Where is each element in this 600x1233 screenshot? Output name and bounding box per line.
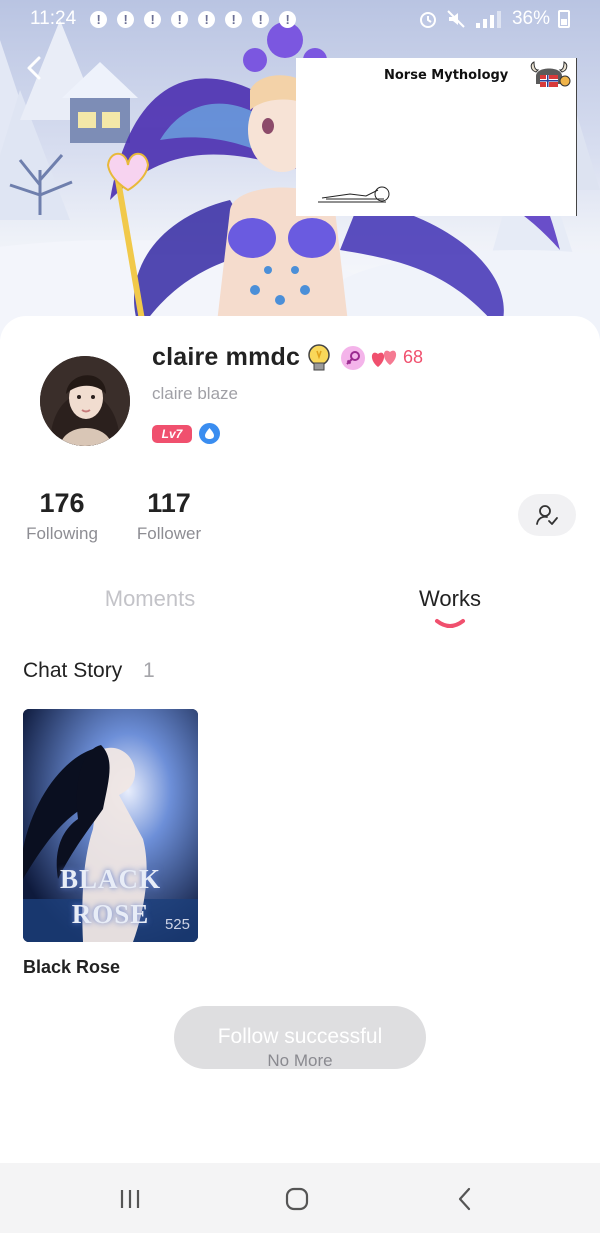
status-bar: 11:24 ! ! ! ! ! ! ! ! 36% <box>0 0 600 38</box>
follow-toast: Follow successful No More <box>174 1006 426 1070</box>
profile-banner: 11:24 ! ! ! ! ! ! ! ! 36% Norse Mytholog… <box>0 0 600 340</box>
tab-moments[interactable]: Moments <box>80 586 220 612</box>
drop-icon <box>205 428 214 439</box>
follower-stat[interactable]: 117 Follower <box>128 486 210 544</box>
toast-message: Follow successful <box>217 1025 383 1048</box>
story-title[interactable]: Black Rose <box>23 957 120 978</box>
notification-icons: ! ! ! ! ! ! ! ! <box>90 10 297 28</box>
following-count: 176 <box>39 488 85 518</box>
system-nav-bar <box>0 1163 600 1233</box>
follower-label: Follower <box>136 524 202 543</box>
alert-icon: ! <box>90 10 108 28</box>
story-views: 525 <box>164 916 190 933</box>
list-end-label: No More <box>267 1051 333 1070</box>
alert-icon: ! <box>252 10 270 28</box>
avatar[interactable] <box>40 356 130 446</box>
banner-sticker: Norse Mythology <box>296 58 577 216</box>
home-icon <box>285 1187 309 1211</box>
back-icon <box>458 1187 471 1211</box>
following-stat[interactable]: 176 Following <box>18 486 106 544</box>
follower-count: 117 <box>147 488 191 518</box>
tab-active-indicator <box>435 619 465 628</box>
battery-percent: 36% <box>511 8 550 29</box>
user-check-icon <box>536 505 558 525</box>
alert-icon: ! <box>144 10 162 28</box>
recent-apps-icon <box>120 1190 140 1208</box>
recent-apps-button[interactable] <box>110 1183 150 1215</box>
username: claire mmdc <box>152 343 301 371</box>
female-symbol-icon <box>346 351 360 365</box>
avatar-portrait <box>40 356 130 446</box>
tab-works[interactable]: Works <box>380 586 520 612</box>
lightbulb-icon <box>308 344 330 371</box>
alert-icon: ! <box>117 10 135 28</box>
heart-count: 68 <box>403 347 424 367</box>
alert-icon: ! <box>225 10 243 28</box>
level-badge: Lv7 <box>152 425 192 443</box>
section-count: 1 <box>143 659 155 682</box>
alert-icon: ! <box>198 10 216 28</box>
system-back-button[interactable] <box>445 1183 485 1215</box>
cover-title-line1: BLACK <box>59 864 162 894</box>
chevron-left-icon <box>27 56 41 80</box>
mute-icon <box>447 10 465 28</box>
home-button[interactable] <box>277 1183 317 1215</box>
signal-icon <box>475 11 501 28</box>
followed-button[interactable] <box>518 494 576 536</box>
section-title: Chat Story <box>23 659 123 682</box>
story-cover[interactable]: BLACK ROSE 525 <box>23 709 198 942</box>
hearts-icon <box>371 350 397 367</box>
following-label: Following <box>26 524 98 543</box>
alert-icon: ! <box>279 10 297 28</box>
alarm-icon <box>419 12 436 28</box>
status-time: 11:24 <box>30 8 77 29</box>
battery-icon <box>558 10 570 28</box>
female-gender-icon <box>341 346 365 370</box>
nickname: claire blaze <box>152 384 238 403</box>
back-button[interactable] <box>16 50 52 86</box>
status-right: 36% <box>418 8 570 30</box>
alert-icon: ! <box>171 10 189 28</box>
sticker-doodle <box>318 61 571 203</box>
role-badge-icon <box>199 423 220 444</box>
